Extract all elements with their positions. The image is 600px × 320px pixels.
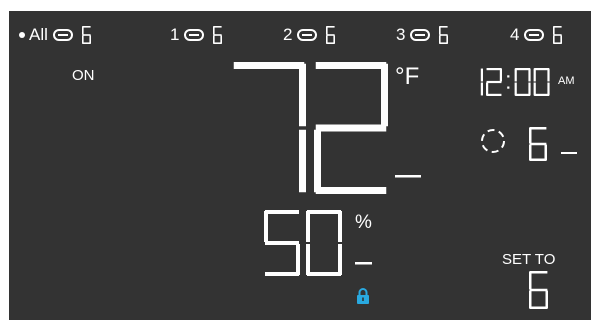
power-status: ON bbox=[72, 67, 95, 84]
selected-indicator-icon bbox=[19, 32, 25, 38]
fan-dash bbox=[561, 152, 581, 156]
zone-label: 1 bbox=[170, 25, 180, 44]
zone-level bbox=[213, 26, 223, 44]
zone-label: 4 bbox=[510, 25, 520, 44]
zone-level bbox=[553, 26, 563, 44]
zone-2[interactable]: 2 bbox=[283, 24, 336, 46]
zone-level-digit bbox=[439, 26, 449, 44]
setpoint-value bbox=[529, 271, 548, 309]
zone-level bbox=[81, 26, 91, 44]
clock-digit bbox=[507, 75, 510, 89]
clock-time bbox=[467, 68, 553, 96]
clock-digit bbox=[480, 68, 483, 96]
zone-level-digit bbox=[553, 26, 563, 44]
temperature-value bbox=[232, 62, 396, 194]
zone-link-icon bbox=[52, 29, 73, 41]
temperature-digit bbox=[314, 62, 388, 194]
humidity-digit bbox=[306, 210, 342, 276]
humidity-dash bbox=[355, 262, 377, 266]
fan-icon bbox=[479, 127, 507, 155]
setpoint-digit bbox=[529, 271, 548, 309]
clock-digit bbox=[533, 68, 550, 96]
fan-level bbox=[529, 127, 547, 161]
lock-icon bbox=[356, 287, 370, 305]
zone-level-digit bbox=[213, 26, 223, 44]
zone-3[interactable]: 3 bbox=[396, 24, 449, 46]
zone-4[interactable]: 4 bbox=[510, 24, 563, 46]
humidity-unit: % bbox=[355, 212, 372, 233]
zone-level-digit bbox=[81, 26, 91, 44]
zone-label: 2 bbox=[283, 25, 293, 44]
fan-level-digit bbox=[529, 127, 547, 161]
zone-label: All bbox=[29, 25, 48, 44]
zone-link-icon bbox=[297, 29, 318, 41]
clock-digit bbox=[486, 68, 502, 96]
zone-all[interactable]: All bbox=[19, 24, 91, 46]
zone-level bbox=[326, 26, 336, 44]
temperature-dash bbox=[395, 175, 425, 179]
zone-level bbox=[439, 26, 449, 44]
setpoint-label: SET TO bbox=[502, 251, 556, 268]
thermostat-display: All 1 2 3 4 ON °F AM % SET TO bbox=[9, 11, 591, 320]
clock-digit bbox=[514, 68, 531, 96]
humidity-digit bbox=[264, 210, 300, 276]
zone-link-icon bbox=[524, 29, 545, 41]
temperature-unit: °F bbox=[395, 63, 420, 90]
zone-level-digit bbox=[326, 26, 336, 44]
zone-link-icon bbox=[410, 29, 431, 41]
zone-link-icon bbox=[184, 29, 205, 41]
zone-1[interactable]: 1 bbox=[170, 24, 223, 46]
humidity-value bbox=[264, 210, 348, 276]
clock-period: AM bbox=[558, 75, 575, 87]
temperature-digit bbox=[233, 62, 306, 193]
zone-label: 3 bbox=[396, 25, 406, 44]
